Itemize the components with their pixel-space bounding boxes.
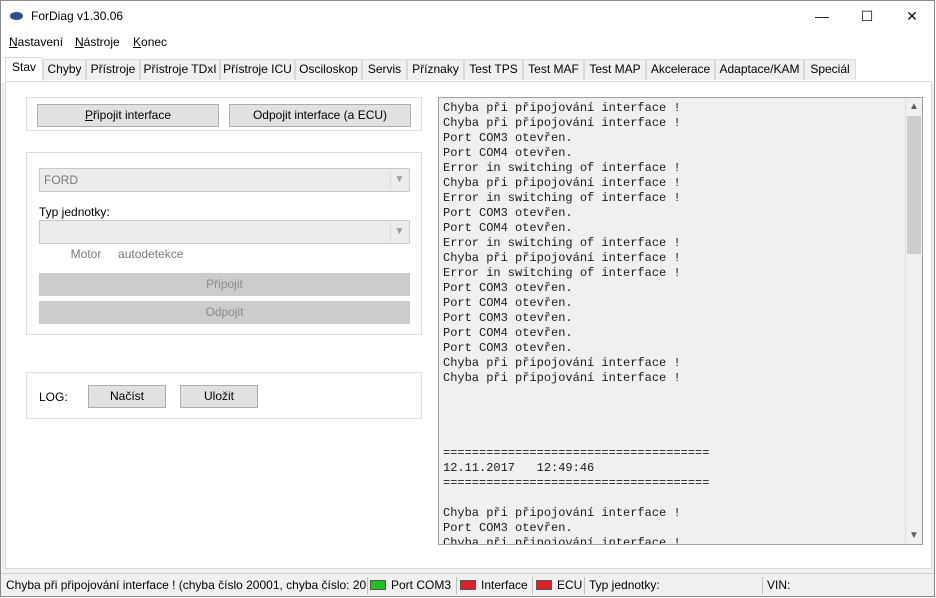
tab-test-maf[interactable]: Test MAF — [523, 59, 584, 80]
log-line: Port COM3 otevřen. — [443, 131, 573, 145]
tab-special[interactable]: Speciál — [804, 59, 856, 80]
interface-indicator-led — [460, 579, 476, 590]
tab-pristroje-tdxi[interactable]: Přístroje TDxI — [140, 59, 220, 80]
log-label: LOG: — [39, 390, 68, 404]
log-line: Chyba při připojování interface ! — [443, 371, 681, 385]
status-divider — [367, 577, 368, 594]
tab-stav[interactable]: Stav — [5, 57, 43, 81]
log-line: Port COM3 otevřen. — [443, 206, 573, 220]
log-line: Error in switching of interface ! — [443, 236, 681, 250]
status-bar: Chyba při připojování interface ! (chyba… — [1, 573, 934, 596]
log-line: Port COM4 otevřen. — [443, 296, 573, 310]
status-divider — [762, 577, 763, 594]
tab-pristroje[interactable]: Přístroje — [86, 59, 140, 80]
log-line: Chyba při připojování interface ! — [443, 251, 681, 265]
scroll-thumb[interactable] — [907, 116, 921, 254]
log-group: LOG: Načíst Uložit — [26, 372, 422, 419]
status-ecu: ECU — [536, 574, 584, 596]
log-line: Chyba při připojování interface ! — [443, 356, 681, 370]
tab-servis[interactable]: Servis — [362, 59, 407, 80]
status-port: Port COM3 — [370, 574, 456, 596]
connect-interface-button[interactable]: Připojit interface — [37, 104, 219, 127]
tab-priznaky[interactable]: Příznaky — [407, 59, 464, 80]
log-line: 12.11.2017 12:49:46 — [443, 461, 595, 475]
status-divider — [532, 577, 533, 594]
interface-group: Připojit interface Odpojit interface (a … — [26, 97, 422, 131]
log-line: ===================================== — [443, 446, 710, 460]
menu-nastaveni[interactable]: Nastavení — [9, 35, 63, 49]
unit-type-select[interactable]: Motor autodetekce ▼ — [39, 220, 410, 261]
log-line: Port COM3 otevřen. — [443, 281, 573, 295]
brand-select[interactable]: FORD ▼ — [39, 168, 410, 192]
log-scrollbar[interactable]: ▲ ▼ — [905, 98, 922, 544]
log-line: Error in switching of interface ! — [443, 266, 681, 280]
log-line: Port COM3 otevřen. — [443, 341, 573, 355]
tab-strip: Stav Chyby Přístroje Přístroje TDxI Přís… — [1, 53, 934, 83]
connect-ecu-button[interactable]: Připojit — [39, 273, 410, 296]
chevron-down-icon: ▼ — [390, 222, 408, 242]
menu-bar: Nastavení Nástroje Konec — [1, 31, 934, 53]
status-unit-type: Typ jednotky: — [589, 578, 660, 592]
log-output[interactable]: Chyba při připojování interface ! Chyba p… — [438, 97, 923, 545]
log-line: Chyba při připojování interface ! — [443, 116, 681, 130]
load-log-button[interactable]: Načíst — [88, 385, 166, 408]
log-line: Error in switching of interface ! — [443, 161, 681, 175]
status-interface: Interface — [460, 574, 532, 596]
log-line: Port COM3 otevřen. — [443, 311, 573, 325]
log-line: Chyba při připojování interface ! — [443, 506, 681, 520]
log-line: Port COM4 otevřen. — [443, 146, 573, 160]
unit-type-select-value: Motor autodetekce — [70, 247, 184, 261]
title-bar: ForDiag v1.30.06 — ☐ ✕ — [1, 1, 934, 31]
brand-select-value: FORD — [44, 173, 78, 187]
chevron-down-icon[interactable]: ▼ — [906, 527, 922, 544]
tab-akcelerace[interactable]: Akcelerace — [646, 59, 715, 80]
log-line: Error in switching of interface ! — [443, 191, 681, 205]
log-line: Chyba při připojování interface ! — [443, 101, 681, 115]
disconnect-ecu-button[interactable]: Odpojit — [39, 301, 410, 324]
tab-test-map[interactable]: Test MAP — [584, 59, 646, 80]
tab-pristroje-icu[interactable]: Přístroje ICU — [220, 59, 295, 80]
log-line: Chyba při připojování interface ! — [443, 536, 681, 545]
log-line: Port COM4 otevřen. — [443, 221, 573, 235]
status-vin: VIN: — [767, 578, 791, 592]
menu-konec[interactable]: Konec — [133, 35, 167, 49]
minimize-button[interactable]: — — [799, 1, 845, 31]
tab-osciloskop[interactable]: Osciloskop — [295, 59, 362, 80]
ecu-indicator-led — [536, 579, 552, 590]
ecu-group: FORD ▼ Typ jednotky: Motor autodetekce ▼… — [26, 152, 422, 335]
window-title: ForDiag v1.30.06 — [31, 9, 124, 23]
chevron-up-icon[interactable]: ▲ — [906, 98, 922, 115]
log-line: Port COM4 otevřen. — [443, 326, 573, 340]
app-icon — [10, 12, 23, 20]
menu-nastroje[interactable]: Nástroje — [75, 35, 120, 49]
port-indicator-led — [370, 579, 386, 590]
close-button[interactable]: ✕ — [889, 1, 934, 31]
tab-content-stav: Připojit interface Odpojit interface (a … — [5, 81, 932, 569]
status-divider — [456, 577, 457, 594]
status-message: Chyba při připojování interface ! (chyba… — [6, 578, 366, 592]
app-window: ForDiag v1.30.06 — ☐ ✕ Nastavení Nástroj… — [0, 0, 935, 597]
tab-adaptace-kam[interactable]: Adaptace/KAM — [715, 59, 804, 80]
log-line: Chyba při připojování interface ! — [443, 176, 681, 190]
tab-test-tps[interactable]: Test TPS — [464, 59, 523, 80]
status-divider — [584, 577, 585, 594]
log-lines: Chyba při připojování interface ! Chyba p… — [443, 101, 903, 545]
maximize-button[interactable]: ☐ — [844, 1, 890, 31]
disconnect-interface-button[interactable]: Odpojit interface (a ECU) — [229, 104, 411, 127]
log-line: ===================================== — [443, 476, 710, 490]
save-log-button[interactable]: Uložit — [180, 385, 258, 408]
tab-chyby[interactable]: Chyby — [43, 59, 86, 80]
chevron-down-icon: ▼ — [390, 170, 408, 190]
unit-type-label: Typ jednotky: — [39, 205, 110, 219]
log-line: Port COM3 otevřen. — [443, 521, 573, 535]
